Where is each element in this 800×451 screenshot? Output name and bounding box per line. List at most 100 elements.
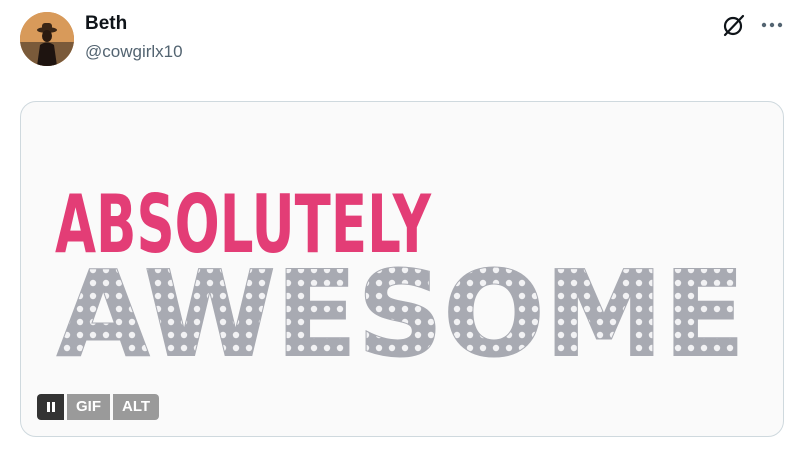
bulb bbox=[297, 279, 305, 287]
bulb bbox=[674, 318, 682, 326]
bulb bbox=[557, 305, 565, 313]
bulb bbox=[453, 357, 461, 365]
pause-button[interactable] bbox=[37, 394, 64, 420]
bulb bbox=[284, 318, 292, 326]
post-card: Beth @cowgirlx10 AWESOME ABSOLUTELY AWES… bbox=[0, 0, 800, 451]
bulb bbox=[427, 318, 435, 326]
bulb bbox=[388, 253, 396, 261]
bulb bbox=[726, 279, 734, 287]
bulb bbox=[63, 305, 71, 313]
bulb bbox=[323, 253, 331, 261]
bulb bbox=[479, 370, 487, 378]
bulb bbox=[453, 331, 461, 339]
bulb bbox=[271, 305, 279, 313]
bulb bbox=[297, 253, 305, 261]
bulb bbox=[505, 279, 513, 287]
bulb bbox=[284, 253, 292, 261]
bulb bbox=[128, 279, 136, 287]
bulb bbox=[726, 318, 734, 326]
bulb bbox=[323, 357, 331, 365]
bulb bbox=[609, 370, 617, 378]
bulb bbox=[557, 266, 565, 274]
bulb bbox=[362, 305, 370, 313]
bulb bbox=[89, 253, 97, 261]
bulb bbox=[674, 305, 682, 313]
bulb bbox=[609, 305, 617, 313]
gif-badge[interactable]: GIF bbox=[67, 394, 110, 420]
bulb bbox=[401, 253, 409, 261]
bulb bbox=[180, 357, 188, 365]
bulb bbox=[271, 370, 279, 378]
bulb bbox=[336, 292, 344, 300]
bulb bbox=[232, 279, 240, 287]
bulb bbox=[232, 253, 240, 261]
bulb bbox=[713, 279, 721, 287]
bulb bbox=[141, 344, 149, 352]
bulb bbox=[115, 318, 123, 326]
bulb bbox=[505, 370, 513, 378]
bulb bbox=[570, 292, 578, 300]
bulb bbox=[583, 292, 591, 300]
bulb bbox=[674, 266, 682, 274]
bulb bbox=[336, 357, 344, 365]
bulb bbox=[635, 253, 643, 261]
bulb bbox=[648, 318, 656, 326]
bulb bbox=[388, 370, 396, 378]
bulb bbox=[63, 279, 71, 287]
bulb bbox=[570, 305, 578, 313]
bulb bbox=[349, 266, 357, 274]
bulb bbox=[154, 318, 162, 326]
bulb bbox=[427, 292, 435, 300]
bulb bbox=[219, 344, 227, 352]
bulb bbox=[349, 344, 357, 352]
bulb bbox=[310, 370, 318, 378]
bulb bbox=[557, 357, 565, 365]
bulb bbox=[713, 370, 721, 378]
bulb bbox=[570, 279, 578, 287]
bulb bbox=[531, 331, 539, 339]
bulb bbox=[453, 305, 461, 313]
bulb bbox=[375, 305, 383, 313]
display-name[interactable]: Beth bbox=[85, 13, 127, 35]
bulb bbox=[661, 331, 669, 339]
bulb bbox=[323, 305, 331, 313]
bulb bbox=[726, 266, 734, 274]
bulb bbox=[141, 279, 149, 287]
bulb bbox=[336, 305, 344, 313]
avatar-image bbox=[20, 12, 74, 66]
bulb bbox=[167, 344, 175, 352]
bulb bbox=[323, 279, 331, 287]
gif-controls: GIF ALT bbox=[37, 394, 160, 420]
bulb bbox=[128, 266, 136, 274]
bulb bbox=[479, 305, 487, 313]
bulb bbox=[375, 357, 383, 365]
bulb bbox=[115, 331, 123, 339]
bulb bbox=[635, 305, 643, 313]
bulb bbox=[505, 331, 513, 339]
bulb bbox=[622, 370, 630, 378]
bulb bbox=[466, 253, 474, 261]
bulb bbox=[583, 370, 591, 378]
bulb bbox=[726, 253, 734, 261]
bulb bbox=[362, 266, 370, 274]
avatar[interactable] bbox=[20, 12, 74, 66]
bulb bbox=[141, 318, 149, 326]
user-handle[interactable]: @cowgirlx10 bbox=[85, 42, 183, 62]
bulb bbox=[375, 370, 383, 378]
bulb bbox=[687, 318, 695, 326]
gif-media[interactable]: AWESOME ABSOLUTELY AWESOME GIF ALT bbox=[20, 101, 784, 437]
alt-badge[interactable]: ALT bbox=[113, 394, 160, 420]
bulb bbox=[271, 266, 279, 274]
bulb bbox=[648, 331, 656, 339]
bulb bbox=[115, 253, 123, 261]
bulb bbox=[466, 344, 474, 352]
grok-icon[interactable] bbox=[721, 12, 747, 38]
bulb bbox=[297, 331, 305, 339]
more-dots-icon[interactable] bbox=[759, 12, 785, 38]
bulb bbox=[466, 292, 474, 300]
bulb bbox=[661, 344, 669, 352]
bulb bbox=[219, 370, 227, 378]
bulb bbox=[323, 331, 331, 339]
bulb bbox=[193, 357, 201, 365]
bulb bbox=[648, 279, 656, 287]
